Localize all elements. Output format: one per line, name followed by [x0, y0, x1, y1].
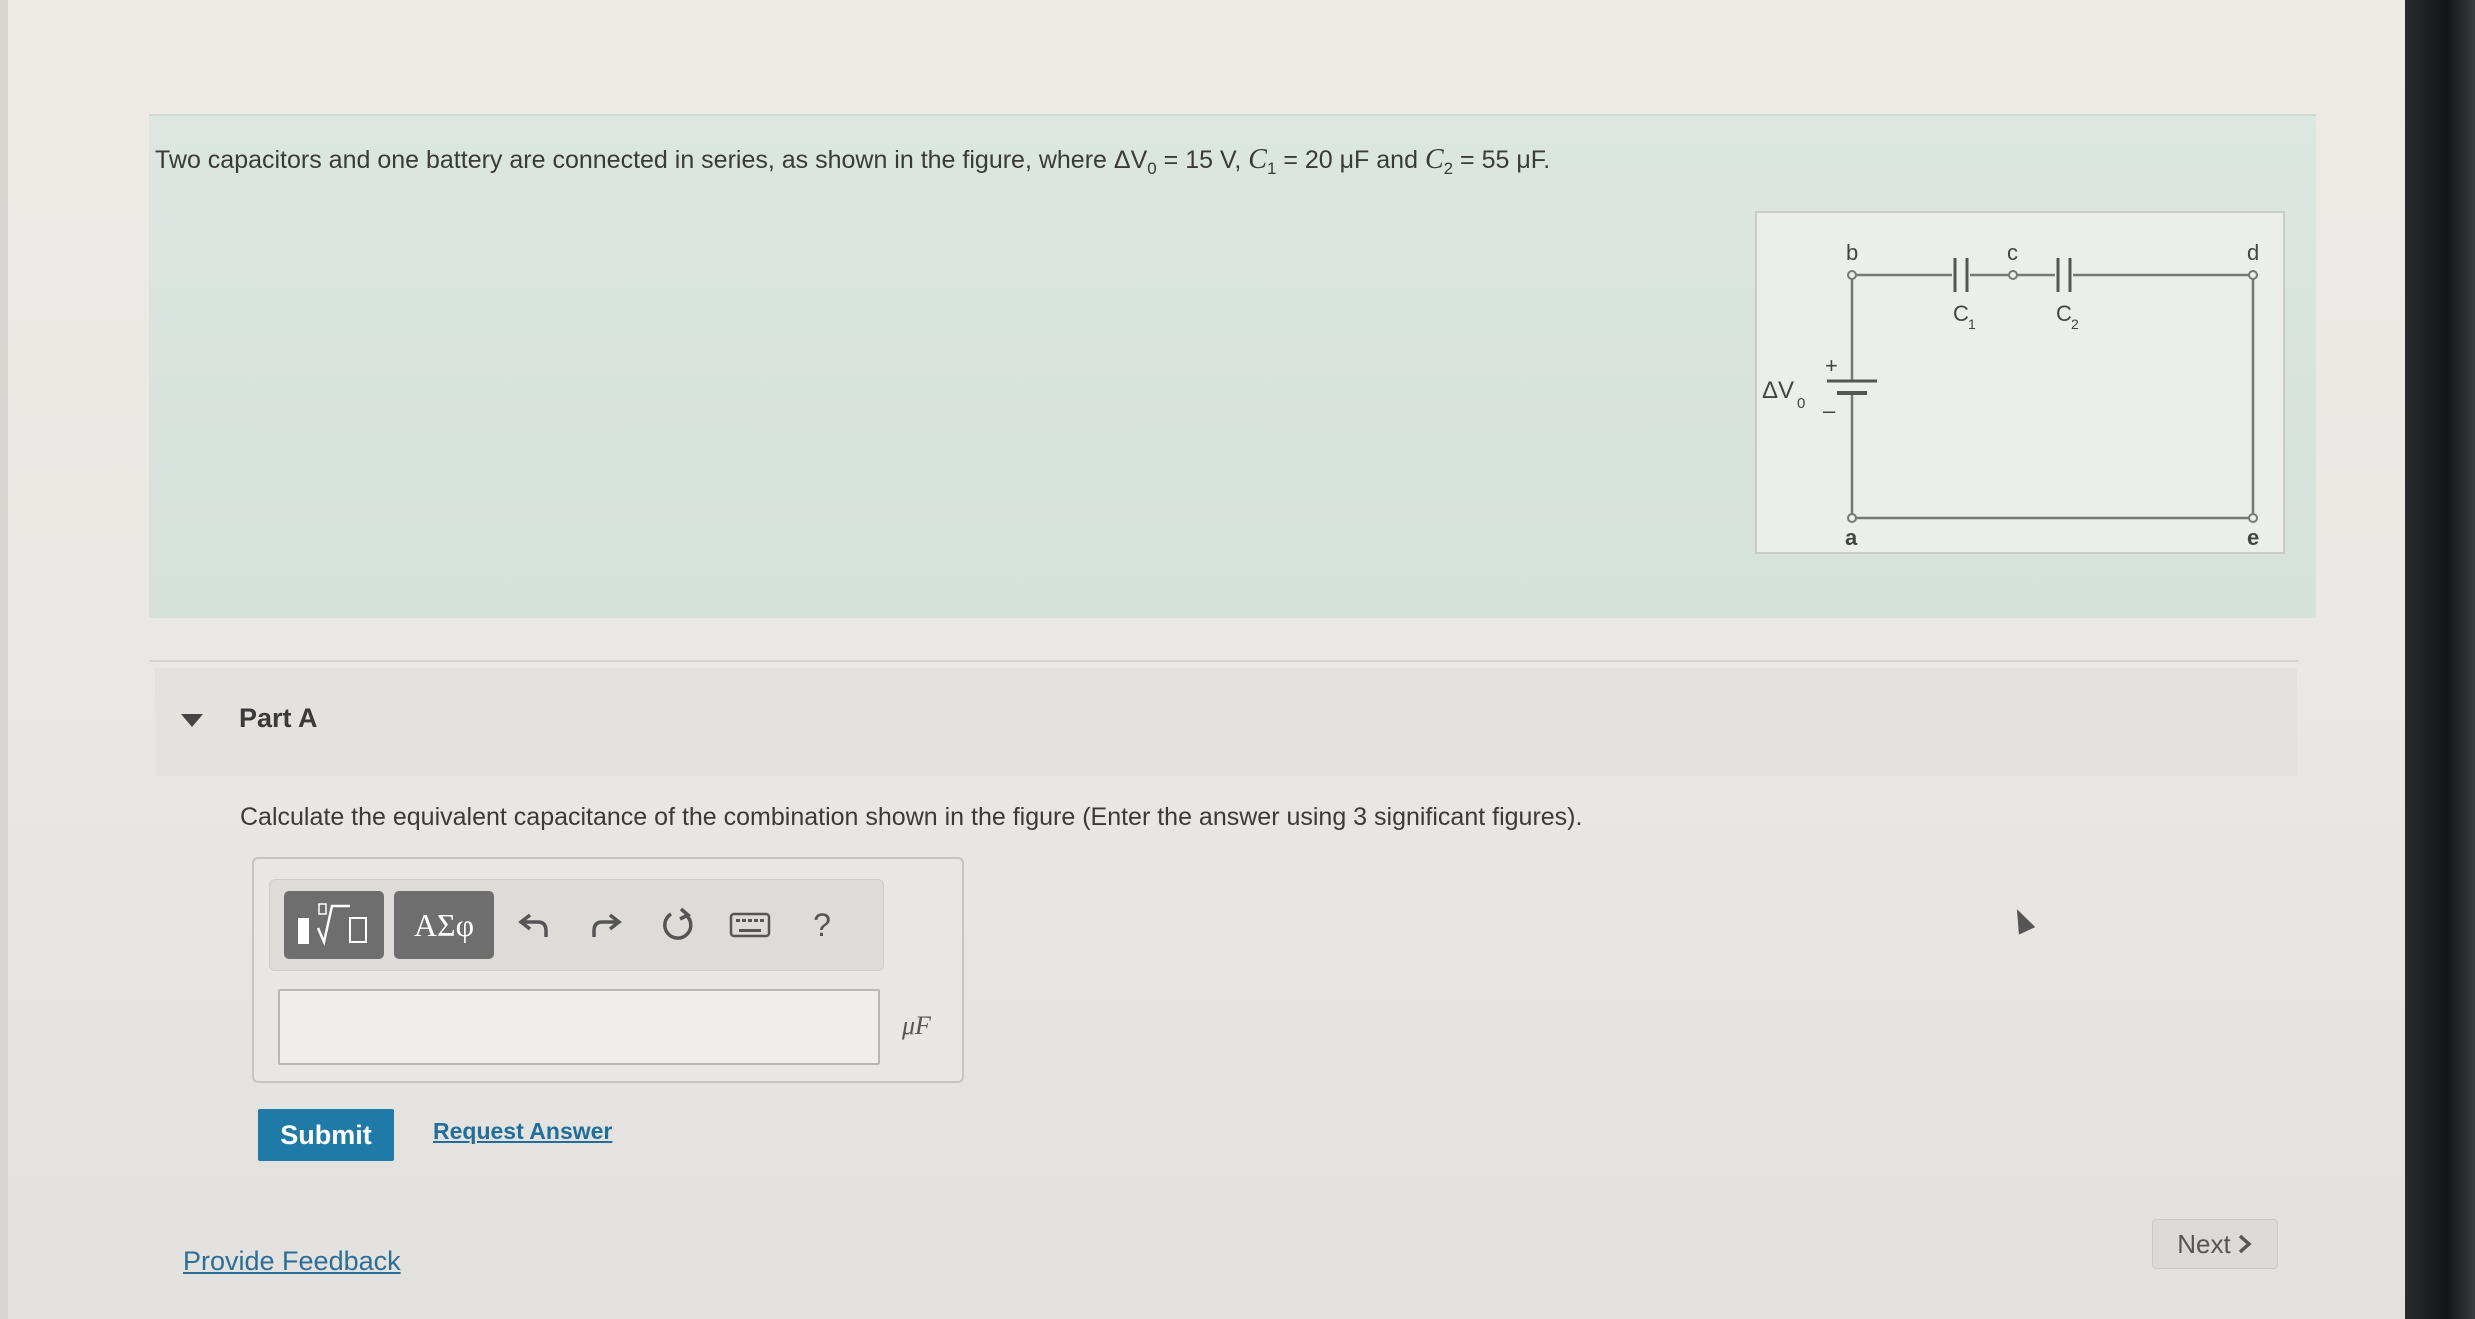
answer-panel: ΑΣφ ? μF: [252, 857, 964, 1083]
c2-value: = 55 μF.: [1453, 146, 1551, 174]
node-b-dot: [1847, 270, 1857, 280]
dv-value: = 15 V,: [1156, 146, 1249, 174]
battery-plus: +: [1825, 353, 1838, 378]
submit-button[interactable]: Submit: [258, 1109, 394, 1161]
unit-label: μF: [902, 1011, 931, 1040]
node-a-label: a: [1845, 525, 1858, 550]
keyboard-icon[interactable]: [722, 894, 778, 956]
screen-bezel: [2405, 0, 2475, 1319]
templates-button[interactable]: [284, 891, 384, 959]
dv-symbol: ΔV: [1113, 146, 1148, 174]
node-d-label: d: [2247, 240, 2259, 265]
battery-subscript: 0: [1797, 395, 1805, 412]
undo-icon[interactable]: [506, 894, 562, 956]
greek-symbols-button[interactable]: ΑΣφ: [394, 891, 494, 959]
node-e-label: e: [2247, 525, 2259, 550]
cap2-subscript: 2: [2071, 316, 2079, 332]
node-a-dot: [1847, 513, 1857, 523]
circuit-figure: b c d a e C 1 C 2 ΔV 0 + –: [1755, 211, 2285, 554]
node-d-dot: [2248, 270, 2258, 280]
part-a-header[interactable]: Part A: [155, 668, 2297, 776]
page: Two capacitors and one battery are conne…: [0, 0, 2410, 1319]
next-label: Next: [2177, 1228, 2231, 1259]
battery-label: ΔV: [1762, 377, 1794, 404]
battery-minus: –: [1823, 398, 1836, 423]
cap1-subscript: 1: [1968, 316, 1976, 332]
reset-icon[interactable]: [650, 894, 706, 956]
c1-symbol: C: [1248, 144, 1267, 175]
cap2-label: C: [2056, 301, 2072, 326]
redo-icon[interactable]: [578, 894, 634, 956]
problem-box: Two capacitors and one battery are conne…: [149, 114, 2316, 618]
part-title: Part A: [239, 703, 318, 733]
math-toolbar: ΑΣφ ?: [269, 879, 884, 971]
collapse-caret-icon[interactable]: [181, 714, 203, 727]
templates-icon: [298, 903, 367, 947]
c1-subscript: 1: [1266, 159, 1277, 178]
answer-input[interactable]: [278, 989, 880, 1065]
question-text: Calculate the equivalent capacitance of …: [240, 803, 1583, 831]
c2-subscript: 2: [1443, 159, 1454, 178]
node-c-dot: [2008, 270, 2018, 280]
mouse-cursor-icon: [2008, 905, 2036, 935]
circuit-diagram: b c d a e C 1 C 2 ΔV 0 + –: [1762, 240, 2259, 550]
c2-symbol: C: [1424, 144, 1444, 175]
chevron-right-icon: [2238, 1234, 2252, 1254]
left-rule: [0, 0, 8, 1319]
node-b-label: b: [1846, 240, 1858, 265]
cap1-label: C: [1953, 301, 1969, 326]
node-c-label: c: [2007, 240, 2018, 265]
c1-value: = 20 μF and: [1276, 146, 1425, 174]
dv-subscript: 0: [1147, 159, 1157, 178]
request-answer-link[interactable]: Request Answer: [433, 1118, 612, 1145]
section-divider: [149, 660, 2299, 662]
help-icon[interactable]: ?: [794, 894, 850, 956]
problem-text-intro: Two capacitors and one battery are conne…: [155, 146, 1114, 174]
next-button[interactable]: Next: [2152, 1219, 2278, 1269]
provide-feedback-link[interactable]: Provide Feedback: [183, 1246, 401, 1277]
problem-statement: Two capacitors and one battery are conne…: [155, 144, 1550, 179]
node-e-dot: [2248, 513, 2258, 523]
